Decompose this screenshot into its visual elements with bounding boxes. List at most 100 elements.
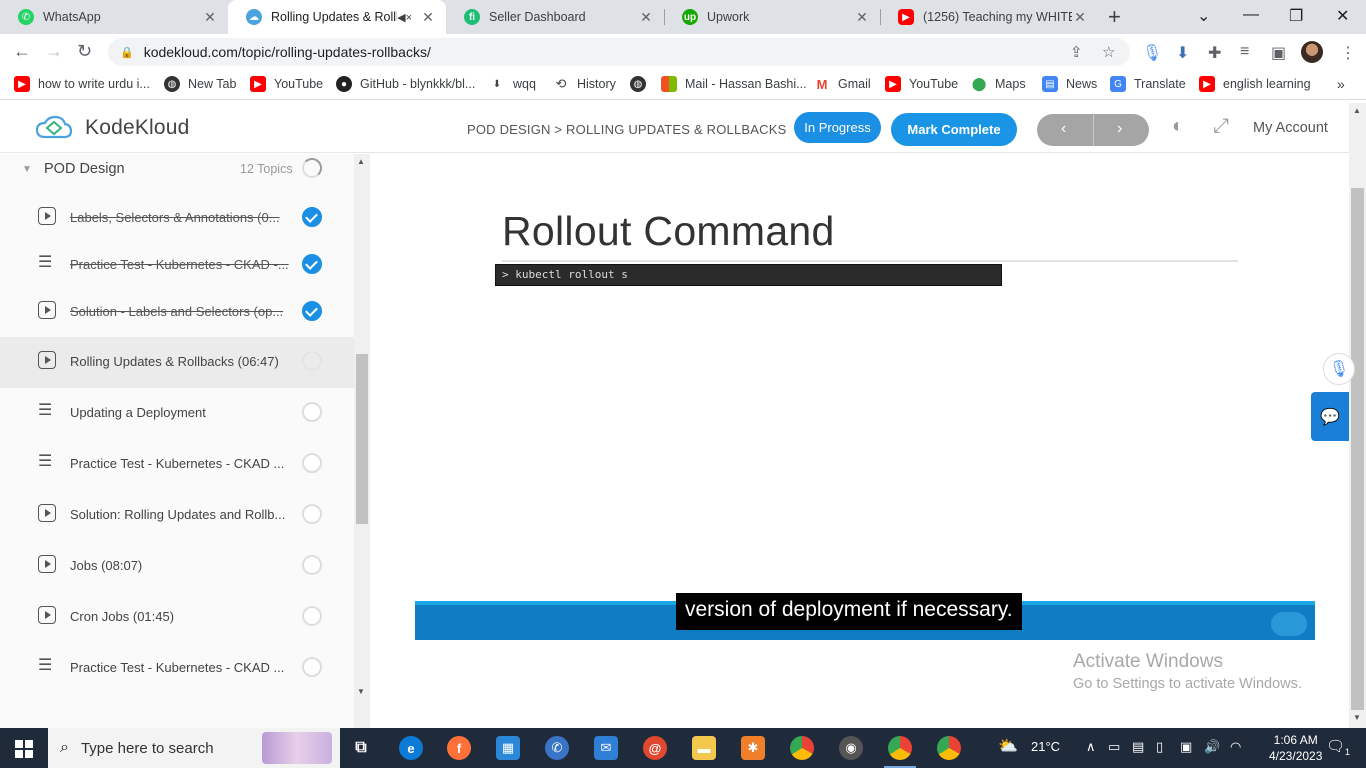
tab-youtube[interactable]: ▶ (1256) Teaching my WHITE fr ✕: [880, 0, 1098, 34]
completed-check-icon[interactable]: [302, 254, 322, 274]
completed-check-icon[interactable]: [302, 207, 322, 227]
sidebar-scrollbar[interactable]: ▲ ▼: [354, 154, 370, 728]
bookmark-item[interactable]: ▶ how to write urdu i...: [14, 76, 150, 92]
bookmark-item[interactable]: ▶ YouTube: [250, 76, 323, 92]
incomplete-circle-icon[interactable]: [302, 555, 322, 575]
settings-app-icon[interactable]: ✱: [741, 736, 765, 760]
reload-icon[interactable]: ↻: [77, 41, 92, 62]
collapse-triangle-icon[interactable]: ▼: [22, 164, 32, 175]
bookmark-item[interactable]: ⬇ wqq: [489, 76, 536, 92]
sidebar-scroll-thumb[interactable]: [356, 354, 368, 524]
topic-item[interactable]: Solution - Labels and Selectors (op...: [0, 287, 354, 338]
bookmark-item[interactable]: ⟲ History: [553, 76, 616, 92]
topic-item-current[interactable]: Rolling Updates & Rollbacks (06:47): [0, 337, 354, 388]
phone-link-icon[interactable]: ✆: [545, 736, 569, 760]
network-device-icon[interactable]: ▭: [1108, 739, 1120, 755]
video-player[interactable]: Rollout Command > kubectl rollout s vers…: [415, 154, 1315, 640]
bookmark-item[interactable]: ◍ New Tab: [164, 76, 236, 92]
mark-complete-button[interactable]: Mark Complete: [891, 113, 1017, 146]
chat-icon[interactable]: 💬: [1311, 392, 1349, 441]
restore-icon[interactable]: ❐: [1289, 6, 1303, 26]
media-controls-icon[interactable]: ≡: [1240, 43, 1249, 61]
tray-overflow-icon[interactable]: ∧: [1086, 739, 1096, 755]
tab-seller-dashboard[interactable]: fi Seller Dashboard ✕: [446, 0, 664, 34]
close-icon[interactable]: ✕: [202, 9, 218, 26]
close-icon[interactable]: ✕: [420, 9, 436, 26]
bookmark-item[interactable]: Mail - Hassan Bashi...: [661, 76, 807, 92]
section-pod-design[interactable]: ▼ POD Design 12 Topics: [0, 154, 354, 186]
back-icon[interactable]: ←: [13, 41, 31, 62]
more-bookmarks-icon[interactable]: »: [1337, 76, 1345, 92]
scroll-up-icon[interactable]: ▲: [357, 157, 365, 166]
firefox-icon[interactable]: f: [447, 736, 471, 760]
microphone-icon[interactable]: 🎙: [1323, 353, 1355, 385]
microsoft-store-icon[interactable]: ▦: [496, 736, 520, 760]
close-window-icon[interactable]: ✕: [1336, 6, 1349, 26]
topic-item[interactable]: ☰ Practice Test - Kubernetes - CKAD -...: [0, 240, 354, 291]
in-progress-badge[interactable]: In Progress: [794, 112, 881, 143]
windows-start-icon[interactable]: [15, 740, 33, 758]
side-panel-icon[interactable]: ▣: [1271, 43, 1286, 63]
mail-icon[interactable]: ✉: [594, 736, 618, 760]
task-view-icon[interactable]: ⧉: [349, 736, 373, 760]
topic-item[interactable]: ☰ Practice Test - Kubernetes - CKAD ...: [0, 643, 354, 694]
close-icon[interactable]: ✕: [854, 9, 870, 26]
tab-kodekloud[interactable]: ☁ Rolling Updates & Rollba ◀× ✕: [228, 0, 446, 34]
fullscreen-icon[interactable]: ⤢: [1213, 115, 1229, 138]
forward-icon[interactable]: →: [45, 41, 63, 62]
tab-search-icon[interactable]: ⌄: [1197, 6, 1210, 26]
my-account-link[interactable]: My Account: [1253, 120, 1328, 136]
topic-item[interactable]: ☰ Practice Test - Kubernetes - CKAD ...: [0, 439, 354, 490]
file-explorer-icon[interactable]: ▬: [692, 736, 716, 760]
scroll-down-icon[interactable]: ▼: [357, 687, 365, 696]
weather-icon[interactable]: ⛅: [998, 736, 1018, 756]
close-icon[interactable]: ✕: [638, 9, 654, 26]
incomplete-circle-icon[interactable]: [302, 453, 322, 473]
minimize-icon[interactable]: —: [1243, 6, 1259, 24]
wifi-icon[interactable]: ◠: [1230, 739, 1241, 755]
address-bar[interactable]: 🔒 kodekloud.com/topic/rolling-updates-ro…: [108, 38, 1130, 66]
scroll-up-icon[interactable]: ▲: [1353, 106, 1361, 115]
topic-item[interactable]: ☰ Updating a Deployment: [0, 388, 354, 439]
tray-app-icon[interactable]: ▤: [1132, 739, 1144, 755]
chrome-profile-h-icon[interactable]: [937, 736, 961, 760]
bookmark-star-icon[interactable]: ☆: [1102, 43, 1115, 61]
previous-topic-button[interactable]: ‹: [1061, 120, 1066, 138]
bookmark-item[interactable]: ▶ english learning: [1199, 76, 1311, 92]
speaker-muted-icon[interactable]: ◀×: [397, 11, 412, 24]
snail-app-icon[interactable]: @: [643, 736, 667, 760]
incomplete-circle-icon[interactable]: [302, 351, 322, 371]
next-topic-button[interactable]: ›: [1117, 120, 1122, 138]
volume-icon[interactable]: 🔊: [1204, 739, 1220, 755]
edge-icon[interactable]: e: [399, 736, 423, 760]
download-extension-icon[interactable]: ⬇: [1176, 43, 1189, 63]
lock-icon[interactable]: 🔒: [120, 46, 134, 59]
tab-upwork[interactable]: up Upwork ✕: [664, 0, 880, 34]
topic-item[interactable]: Solution: Rolling Updates and Rollb...: [0, 490, 354, 541]
topic-item[interactable]: Labels, Selectors & Annotations (0...: [0, 193, 354, 244]
bookmark-item[interactable]: G Translate: [1110, 76, 1186, 92]
incomplete-circle-icon[interactable]: [302, 606, 322, 626]
share-icon[interactable]: ⇪: [1070, 43, 1083, 61]
incomplete-circle-icon[interactable]: [302, 504, 322, 524]
profile-avatar[interactable]: [1301, 41, 1323, 63]
weather-temp[interactable]: 21°C: [1031, 739, 1060, 754]
bookmark-item[interactable]: ◍: [630, 76, 654, 92]
notifications-icon[interactable]: 🗨1: [1326, 737, 1350, 757]
taskbar-search[interactable]: ⌕ Type here to search: [48, 728, 340, 768]
bookmark-item[interactable]: ▶ YouTube: [885, 76, 958, 92]
bookmark-item[interactable]: M Gmail: [814, 76, 871, 92]
microphone-extension-icon[interactable]: 🎙: [1142, 43, 1162, 63]
completed-check-icon[interactable]: [302, 301, 322, 321]
page-scroll-thumb[interactable]: [1351, 188, 1364, 710]
extensions-icon[interactable]: ✚: [1208, 43, 1221, 63]
scroll-down-icon[interactable]: ▼: [1353, 713, 1361, 722]
clock[interactable]: 1:06 AM 4/23/2023: [1269, 732, 1322, 764]
chrome-profile-icon[interactable]: [884, 736, 916, 768]
menu-dots-icon[interactable]: ⋮: [1340, 43, 1356, 63]
close-icon[interactable]: ✕: [1072, 9, 1088, 26]
page-scrollbar[interactable]: ▲ ▼: [1349, 103, 1366, 728]
tray-app-icon[interactable]: ▣: [1180, 739, 1192, 755]
kodekloud-logo[interactable]: KodeKloud: [35, 115, 190, 141]
chrome-icon[interactable]: [790, 736, 814, 760]
